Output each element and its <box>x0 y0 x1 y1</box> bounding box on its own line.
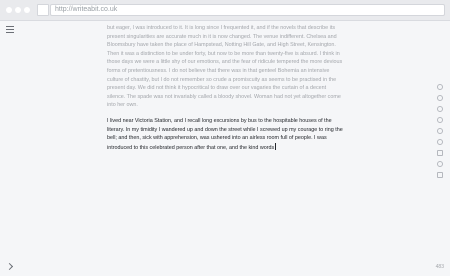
address-bar[interactable]: http://writeabit.co.uk <box>50 4 445 16</box>
chevron-right-icon[interactable] <box>5 262 14 271</box>
window-dot-icon[interactable] <box>6 7 12 13</box>
window-dot-icon[interactable] <box>24 7 30 13</box>
browser-chrome: http://writeabit.co.uk <box>0 0 450 21</box>
word-count: 483 <box>435 264 444 270</box>
info-icon[interactable] <box>437 84 443 90</box>
address-bar-url: http://writeabit.co.uk <box>55 6 118 13</box>
tab-icon[interactable] <box>37 4 49 16</box>
paragraph: but eager, I was introduced to it. It is… <box>107 25 343 109</box>
columns-icon[interactable] <box>437 150 443 156</box>
paragraph-text: I lived near Victoria Station, and I rec… <box>107 117 343 151</box>
active-paragraph[interactable]: I lived near Victoria Station, and I rec… <box>107 117 343 152</box>
pin-icon[interactable] <box>437 117 443 123</box>
menu-icon[interactable] <box>6 26 14 33</box>
document-body[interactable]: but eager, I was introduced to it. It is… <box>107 24 343 159</box>
save-icon[interactable] <box>437 172 443 178</box>
user-icon[interactable] <box>437 139 443 145</box>
lightbulb-icon[interactable] <box>437 95 443 101</box>
eye-icon[interactable] <box>437 106 443 112</box>
circle-icon[interactable] <box>437 161 443 167</box>
settings-icon[interactable] <box>437 128 443 134</box>
text-cursor <box>274 142 276 150</box>
window-dot-icon[interactable] <box>15 7 21 13</box>
